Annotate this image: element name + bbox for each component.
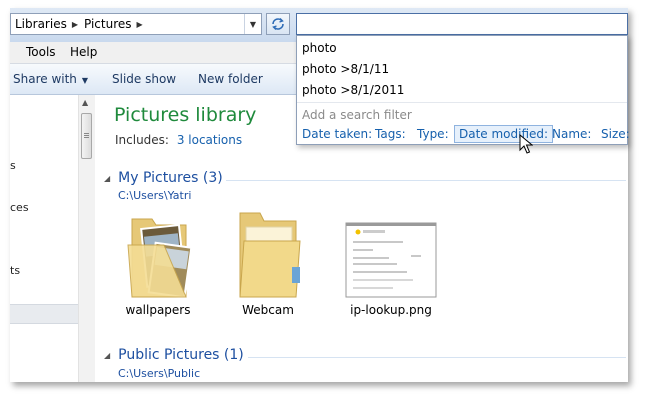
- breadcrumb-arrow-icon[interactable]: ▶: [72, 20, 78, 29]
- breadcrumb-libraries[interactable]: Libraries: [15, 17, 67, 31]
- grip-line: [84, 133, 89, 134]
- nav-scrollbar[interactable]: ▲: [78, 95, 95, 382]
- group-divider: [226, 180, 626, 181]
- filter-name[interactable]: Name:: [552, 127, 591, 141]
- grip-line: [84, 137, 89, 138]
- filter-date-modified[interactable]: Date modified:: [454, 125, 554, 143]
- menu-tools[interactable]: Tools: [26, 45, 56, 59]
- dropdown-divider: [297, 102, 627, 103]
- folder-wallpapers[interactable]: wallpapers: [122, 205, 194, 325]
- filter-date-taken[interactable]: Date taken:: [302, 127, 372, 141]
- nav-item[interactable]: ces: [10, 201, 29, 214]
- breadcrumb-arrow-icon[interactable]: ▶: [137, 20, 143, 29]
- address-bar[interactable]: Libraries ▶ Pictures ▶ ▼: [10, 13, 262, 35]
- filter-tags[interactable]: Tags:: [375, 127, 406, 141]
- group-path: C:\Users\Yatri: [118, 189, 192, 202]
- add-filter-label: Add a search filter: [302, 108, 412, 122]
- nav-section-divider: [10, 304, 78, 324]
- group-header-public-pictures[interactable]: ◢ Public Pictures (1): [104, 347, 244, 363]
- refresh-icon: [272, 18, 284, 30]
- mouse-pointer-icon: [519, 134, 533, 154]
- filter-size[interactable]: Size:: [601, 127, 630, 141]
- folder-with-photos-icon: [127, 218, 193, 299]
- slide-show-button[interactable]: Slide show: [112, 72, 176, 86]
- image-thumbnail-icon: [345, 222, 437, 298]
- collapse-triangle-icon[interactable]: ◢: [104, 351, 110, 360]
- folder-icon: [239, 212, 301, 298]
- group-path: C:\Users\Public: [118, 367, 201, 380]
- filter-type[interactable]: Type:: [417, 127, 449, 141]
- folder-webcam[interactable]: Webcam: [232, 205, 304, 325]
- chevron-down-icon: ▼: [81, 76, 89, 85]
- file-ip-lookup[interactable]: ip-lookup.png: [341, 205, 441, 325]
- share-with-button[interactable]: Share with ▼: [13, 72, 88, 86]
- locations-link[interactable]: 3 locations: [177, 133, 242, 147]
- grip-line: [84, 135, 89, 136]
- breadcrumb-pictures[interactable]: Pictures: [84, 17, 132, 31]
- collapse-triangle-icon[interactable]: ◢: [104, 174, 110, 183]
- address-history-dropdown-icon[interactable]: ▼: [244, 14, 261, 34]
- scrollbar-thumb[interactable]: [81, 113, 92, 159]
- search-suggestions-dropdown: photo photo >8/1/11 photo >8/1/2011 Add …: [296, 35, 630, 145]
- new-folder-button[interactable]: New folder: [198, 72, 263, 86]
- search-suggestion[interactable]: photo: [302, 41, 337, 55]
- group-divider: [248, 357, 626, 358]
- search-input[interactable]: [296, 13, 628, 35]
- library-title: Pictures library: [114, 104, 257, 126]
- nav-item[interactable]: ts: [10, 264, 20, 277]
- scroll-up-icon[interactable]: ▲: [82, 98, 88, 107]
- search-suggestion[interactable]: photo >8/1/11: [302, 62, 389, 76]
- refresh-button[interactable]: [266, 13, 290, 35]
- nav-item[interactable]: s: [10, 159, 16, 172]
- search-suggestion[interactable]: photo >8/1/2011: [302, 83, 404, 97]
- menu-help[interactable]: Help: [70, 45, 97, 59]
- group-header-my-pictures[interactable]: ◢ My Pictures (3): [104, 170, 223, 186]
- library-includes: Includes: 3 locations: [115, 133, 243, 147]
